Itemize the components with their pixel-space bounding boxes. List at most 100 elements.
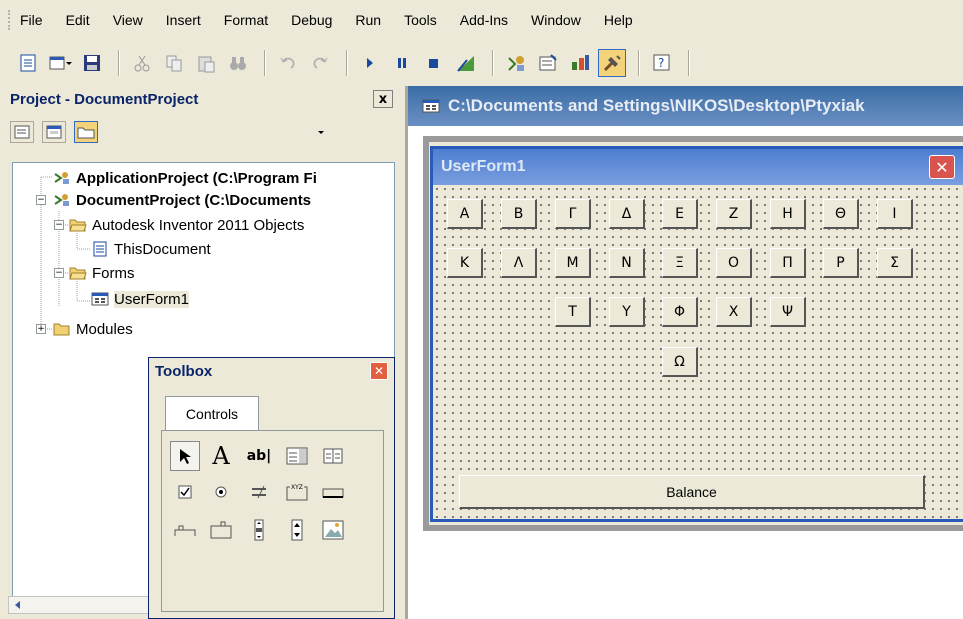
optionbutton-tool[interactable] bbox=[206, 477, 236, 507]
letter-button-omicron[interactable]: Ο bbox=[716, 248, 752, 278]
letter-button-upsilon[interactable]: Υ bbox=[609, 297, 645, 327]
menu-run[interactable]: Run bbox=[355, 12, 381, 28]
vba-project-icon bbox=[54, 172, 69, 184]
horizontal-scrollbar[interactable] bbox=[8, 596, 153, 614]
commandbutton-tool[interactable] bbox=[318, 477, 348, 507]
frame-icon: XYZ bbox=[286, 484, 308, 501]
multipage-tool[interactable] bbox=[206, 515, 236, 545]
textbox-tool[interactable]: ab| bbox=[244, 441, 274, 471]
menu-file[interactable]: File bbox=[20, 12, 43, 28]
tree-expand-toggle[interactable]: + bbox=[36, 324, 46, 334]
toolbox-titlebar[interactable]: Toolbox ✕ bbox=[149, 358, 394, 384]
menu-view[interactable]: View bbox=[113, 12, 143, 28]
letter-button-zeta[interactable]: Ζ bbox=[716, 199, 752, 229]
letter-button-mu[interactable]: Μ bbox=[555, 248, 591, 278]
paste-button[interactable] bbox=[192, 49, 220, 77]
combobox-tool[interactable] bbox=[282, 441, 312, 471]
spinbutton-tool[interactable] bbox=[282, 515, 312, 545]
undo-button[interactable] bbox=[274, 49, 302, 77]
letter-button-beta[interactable]: Β bbox=[501, 199, 537, 229]
document-window-titlebar[interactable]: C:\Documents and Settings\NIKOS\Desktop\… bbox=[408, 86, 963, 126]
project-explorer-button[interactable] bbox=[502, 49, 530, 77]
view-object-button[interactable] bbox=[42, 121, 66, 143]
letter-button-nu[interactable]: Ν bbox=[609, 248, 645, 278]
toolbox-button[interactable] bbox=[598, 49, 626, 77]
cut-button[interactable] bbox=[128, 49, 156, 77]
tree-collapse-toggle[interactable]: − bbox=[54, 220, 64, 230]
menu-edit[interactable]: Edit bbox=[66, 12, 90, 28]
tabstrip-tool[interactable] bbox=[170, 515, 200, 545]
letter-button-eta[interactable]: Η bbox=[770, 199, 806, 229]
help-button[interactable]: ? bbox=[648, 49, 676, 77]
tree-item-this-document[interactable]: ThisDocument bbox=[91, 238, 211, 260]
letter-button-epsilon[interactable]: Ε bbox=[662, 199, 698, 229]
scrollbar-tool[interactable] bbox=[244, 515, 274, 545]
togglebutton-tool[interactable] bbox=[244, 477, 274, 507]
break-button[interactable] bbox=[388, 49, 416, 77]
checkbox-tool[interactable] bbox=[170, 477, 200, 507]
run-button[interactable] bbox=[356, 49, 384, 77]
tab-controls[interactable]: Controls bbox=[165, 396, 259, 430]
letter-button-alpha[interactable]: Α bbox=[447, 199, 483, 229]
letter-button-omega[interactable]: Ω bbox=[662, 347, 698, 377]
menu-window[interactable]: Window bbox=[531, 12, 581, 28]
chevron-down-icon[interactable] bbox=[316, 127, 326, 137]
letter-button-iota[interactable]: Ι bbox=[877, 199, 913, 229]
userform-titlebar[interactable]: UserForm1 ✕ bbox=[433, 149, 963, 185]
code-window-area: C:\Documents and Settings\NIKOS\Desktop\… bbox=[405, 86, 963, 619]
letter-button-phi[interactable]: Φ bbox=[662, 297, 698, 327]
tree-item-inventor-objects[interactable]: Autodesk Inventor 2011 Objects bbox=[69, 214, 304, 236]
letter-button-sigma[interactable]: Σ bbox=[877, 248, 913, 278]
letter-button-pi[interactable]: Π bbox=[770, 248, 806, 278]
label-tool[interactable]: A bbox=[206, 441, 236, 471]
menu-debug[interactable]: Debug bbox=[291, 12, 332, 28]
tree-item-userform1[interactable]: UserForm1 bbox=[91, 288, 190, 310]
menu-grip[interactable] bbox=[8, 10, 12, 30]
project-explorer-close-button[interactable]: x bbox=[373, 90, 393, 108]
letter-button-lambda[interactable]: Λ bbox=[501, 248, 537, 278]
tree-item-forms[interactable]: Forms bbox=[69, 262, 135, 284]
image-tool[interactable] bbox=[318, 515, 348, 545]
design-mode-button[interactable] bbox=[452, 49, 480, 77]
reset-button[interactable] bbox=[420, 49, 448, 77]
scroll-left-icon[interactable] bbox=[11, 598, 25, 612]
letter-button-kappa[interactable]: Κ bbox=[447, 248, 483, 278]
letter-button-gamma[interactable]: Γ bbox=[555, 199, 591, 229]
letter-button-tau[interactable]: Τ bbox=[555, 297, 591, 327]
letter-button-psi[interactable]: Ψ bbox=[770, 297, 806, 327]
menu-help[interactable]: Help bbox=[604, 12, 633, 28]
userform1-window[interactable]: UserForm1 ✕ Α Β Γ Δ Ε Ζ Η Θ Ι Κ Λ Μ Ν Ξ … bbox=[430, 146, 963, 522]
listbox-tool[interactable] bbox=[318, 441, 348, 471]
tree-collapse-toggle[interactable]: − bbox=[36, 195, 46, 205]
view-host-app-button[interactable] bbox=[14, 49, 42, 77]
tree-item-application-project[interactable]: ApplicationProject (C:\Program Fi bbox=[53, 167, 317, 189]
balance-button[interactable]: Balance bbox=[459, 475, 925, 509]
letter-button-delta[interactable]: Δ bbox=[609, 199, 645, 229]
insert-userform-button[interactable] bbox=[46, 49, 74, 77]
toggle-folders-button[interactable] bbox=[74, 121, 98, 143]
redo-button[interactable] bbox=[306, 49, 334, 77]
letter-button-theta[interactable]: Θ bbox=[823, 199, 859, 229]
tree-item-document-project[interactable]: DocumentProject (C:\Documents bbox=[53, 189, 311, 211]
frame-tool[interactable]: XYZ bbox=[282, 477, 312, 507]
object-browser-button[interactable] bbox=[566, 49, 594, 77]
userform-body[interactable]: Α Β Γ Δ Ε Ζ Η Θ Ι Κ Λ Μ Ν Ξ Ο Π Ρ Σ Τ Υ … bbox=[433, 185, 963, 519]
tree-collapse-toggle[interactable]: − bbox=[54, 268, 64, 278]
view-code-button[interactable] bbox=[10, 121, 34, 143]
menu-format[interactable]: Format bbox=[224, 12, 268, 28]
letter-button-xi[interactable]: Ξ bbox=[662, 248, 698, 278]
project-explorer-titlebar[interactable]: Project - DocumentProject x bbox=[4, 86, 399, 112]
menu-tools[interactable]: Tools bbox=[404, 12, 437, 28]
letter-button-chi[interactable]: Χ bbox=[716, 297, 752, 327]
save-button[interactable] bbox=[78, 49, 106, 77]
menu-insert[interactable]: Insert bbox=[166, 12, 201, 28]
find-button[interactable] bbox=[224, 49, 252, 77]
letter-button-rho[interactable]: Ρ bbox=[823, 248, 859, 278]
toolbox-close-button[interactable]: ✕ bbox=[370, 362, 388, 380]
properties-window-button[interactable] bbox=[534, 49, 562, 77]
tree-item-modules[interactable]: Modules bbox=[53, 318, 133, 340]
menu-add-ins[interactable]: Add-Ins bbox=[460, 12, 508, 28]
copy-button[interactable] bbox=[160, 49, 188, 77]
pointer-tool[interactable] bbox=[170, 441, 200, 471]
userform-close-button[interactable]: ✕ bbox=[929, 155, 955, 179]
